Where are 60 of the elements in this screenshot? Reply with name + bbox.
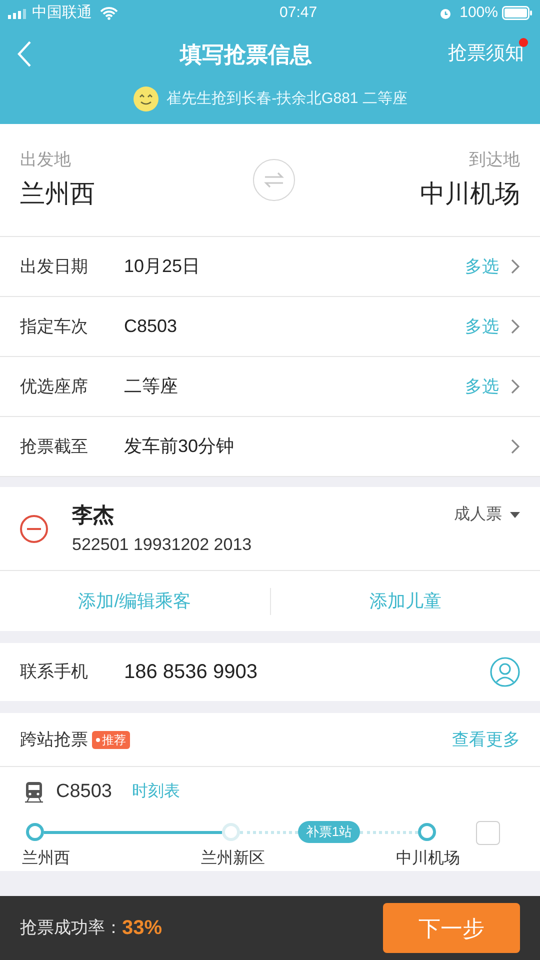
recommend-tag: 推荐 [92,730,130,748]
station-name: 兰州西 [22,848,70,869]
multi-select-link[interactable]: 多选 [465,254,499,280]
chevron-right-icon [511,319,520,334]
train-icon [24,781,44,803]
multi-select-link[interactable]: 多选 [465,314,499,340]
option-label: 优选座席 [20,376,89,398]
timetable-link[interactable]: 时刻表 [132,780,180,804]
option-label: 指定车次 [20,316,89,338]
option-label: 抢票截至 [20,436,89,458]
option-row[interactable]: 指定车次 C8503 多选 [0,297,540,357]
extra-stop-badge: 补票1站 [298,821,360,843]
destination-station[interactable]: 中川机场 [420,176,520,214]
caret-icon [510,512,520,518]
chevron-right-icon [511,259,520,274]
remove-passenger-icon[interactable] [20,514,48,542]
passenger-id: 522501 19931202 2013 [72,534,253,556]
chevron-right-icon [511,379,520,394]
contact-phone[interactable]: 186 8536 9903 [124,657,490,687]
station-name: 兰州新区 [201,848,265,869]
contact-person-icon[interactable] [490,657,520,687]
ticker-text: 崔先生抢到长春-扶余北G881 二等座 [166,88,408,109]
contact-label: 联系手机 [20,661,89,684]
option-value: 发车前30分钟 [124,435,236,458]
alarm-icon [438,6,452,20]
chevron-right-icon [511,439,520,454]
success-rate-label: 抢票成功率： [20,917,122,940]
success-rate-value: 33% [122,916,162,941]
option-value: 二等座 [124,375,179,398]
route-checkbox[interactable] [476,821,500,845]
next-step-button[interactable]: 下一步 [383,903,520,953]
swap-button[interactable] [252,159,294,201]
option-row[interactable]: 优选座席 二等座 多选 [0,357,540,417]
cross-station-title: 跨站抢票 [20,728,88,751]
ticket-type-dropdown[interactable]: 成人票 [454,503,520,527]
add-passenger-link[interactable]: 添加儿童 [369,588,442,614]
battery-icon [502,6,532,20]
option-row[interactable]: 出发日期 10月25日 多选 [0,237,540,297]
page-title: 填写抢票信息 [180,40,312,68]
notice-link[interactable]: 抢票须知 [448,40,524,68]
signal-icon [8,8,28,18]
option-value: 10月25日 [124,255,202,278]
option-row[interactable]: 抢票截至 发车前30分钟 [0,417,540,477]
wifi-icon [100,6,118,20]
status-time: 07:47 [278,2,318,23]
battery-percent: 100% [460,2,498,23]
emoji-icon [132,86,159,112]
passenger-name: 李杰 [72,503,115,529]
swap-arrows-icon [262,172,284,188]
option-label: 出发日期 [20,256,89,278]
origin-label: 出发地 [20,148,72,170]
see-more-link[interactable]: 查看更多 [452,726,520,752]
carrier-name: 中国联通 [32,2,92,23]
add-passenger-link[interactable]: 添加/编辑乘客 [78,588,192,614]
multi-select-link[interactable]: 多选 [465,374,499,400]
destination-label: 到达地 [469,148,520,170]
station-name: 中川机场 [396,848,460,869]
origin-station[interactable]: 兰州西 [20,176,95,214]
option-value: C8503 [124,315,178,338]
train-number: C8503 [56,780,112,804]
